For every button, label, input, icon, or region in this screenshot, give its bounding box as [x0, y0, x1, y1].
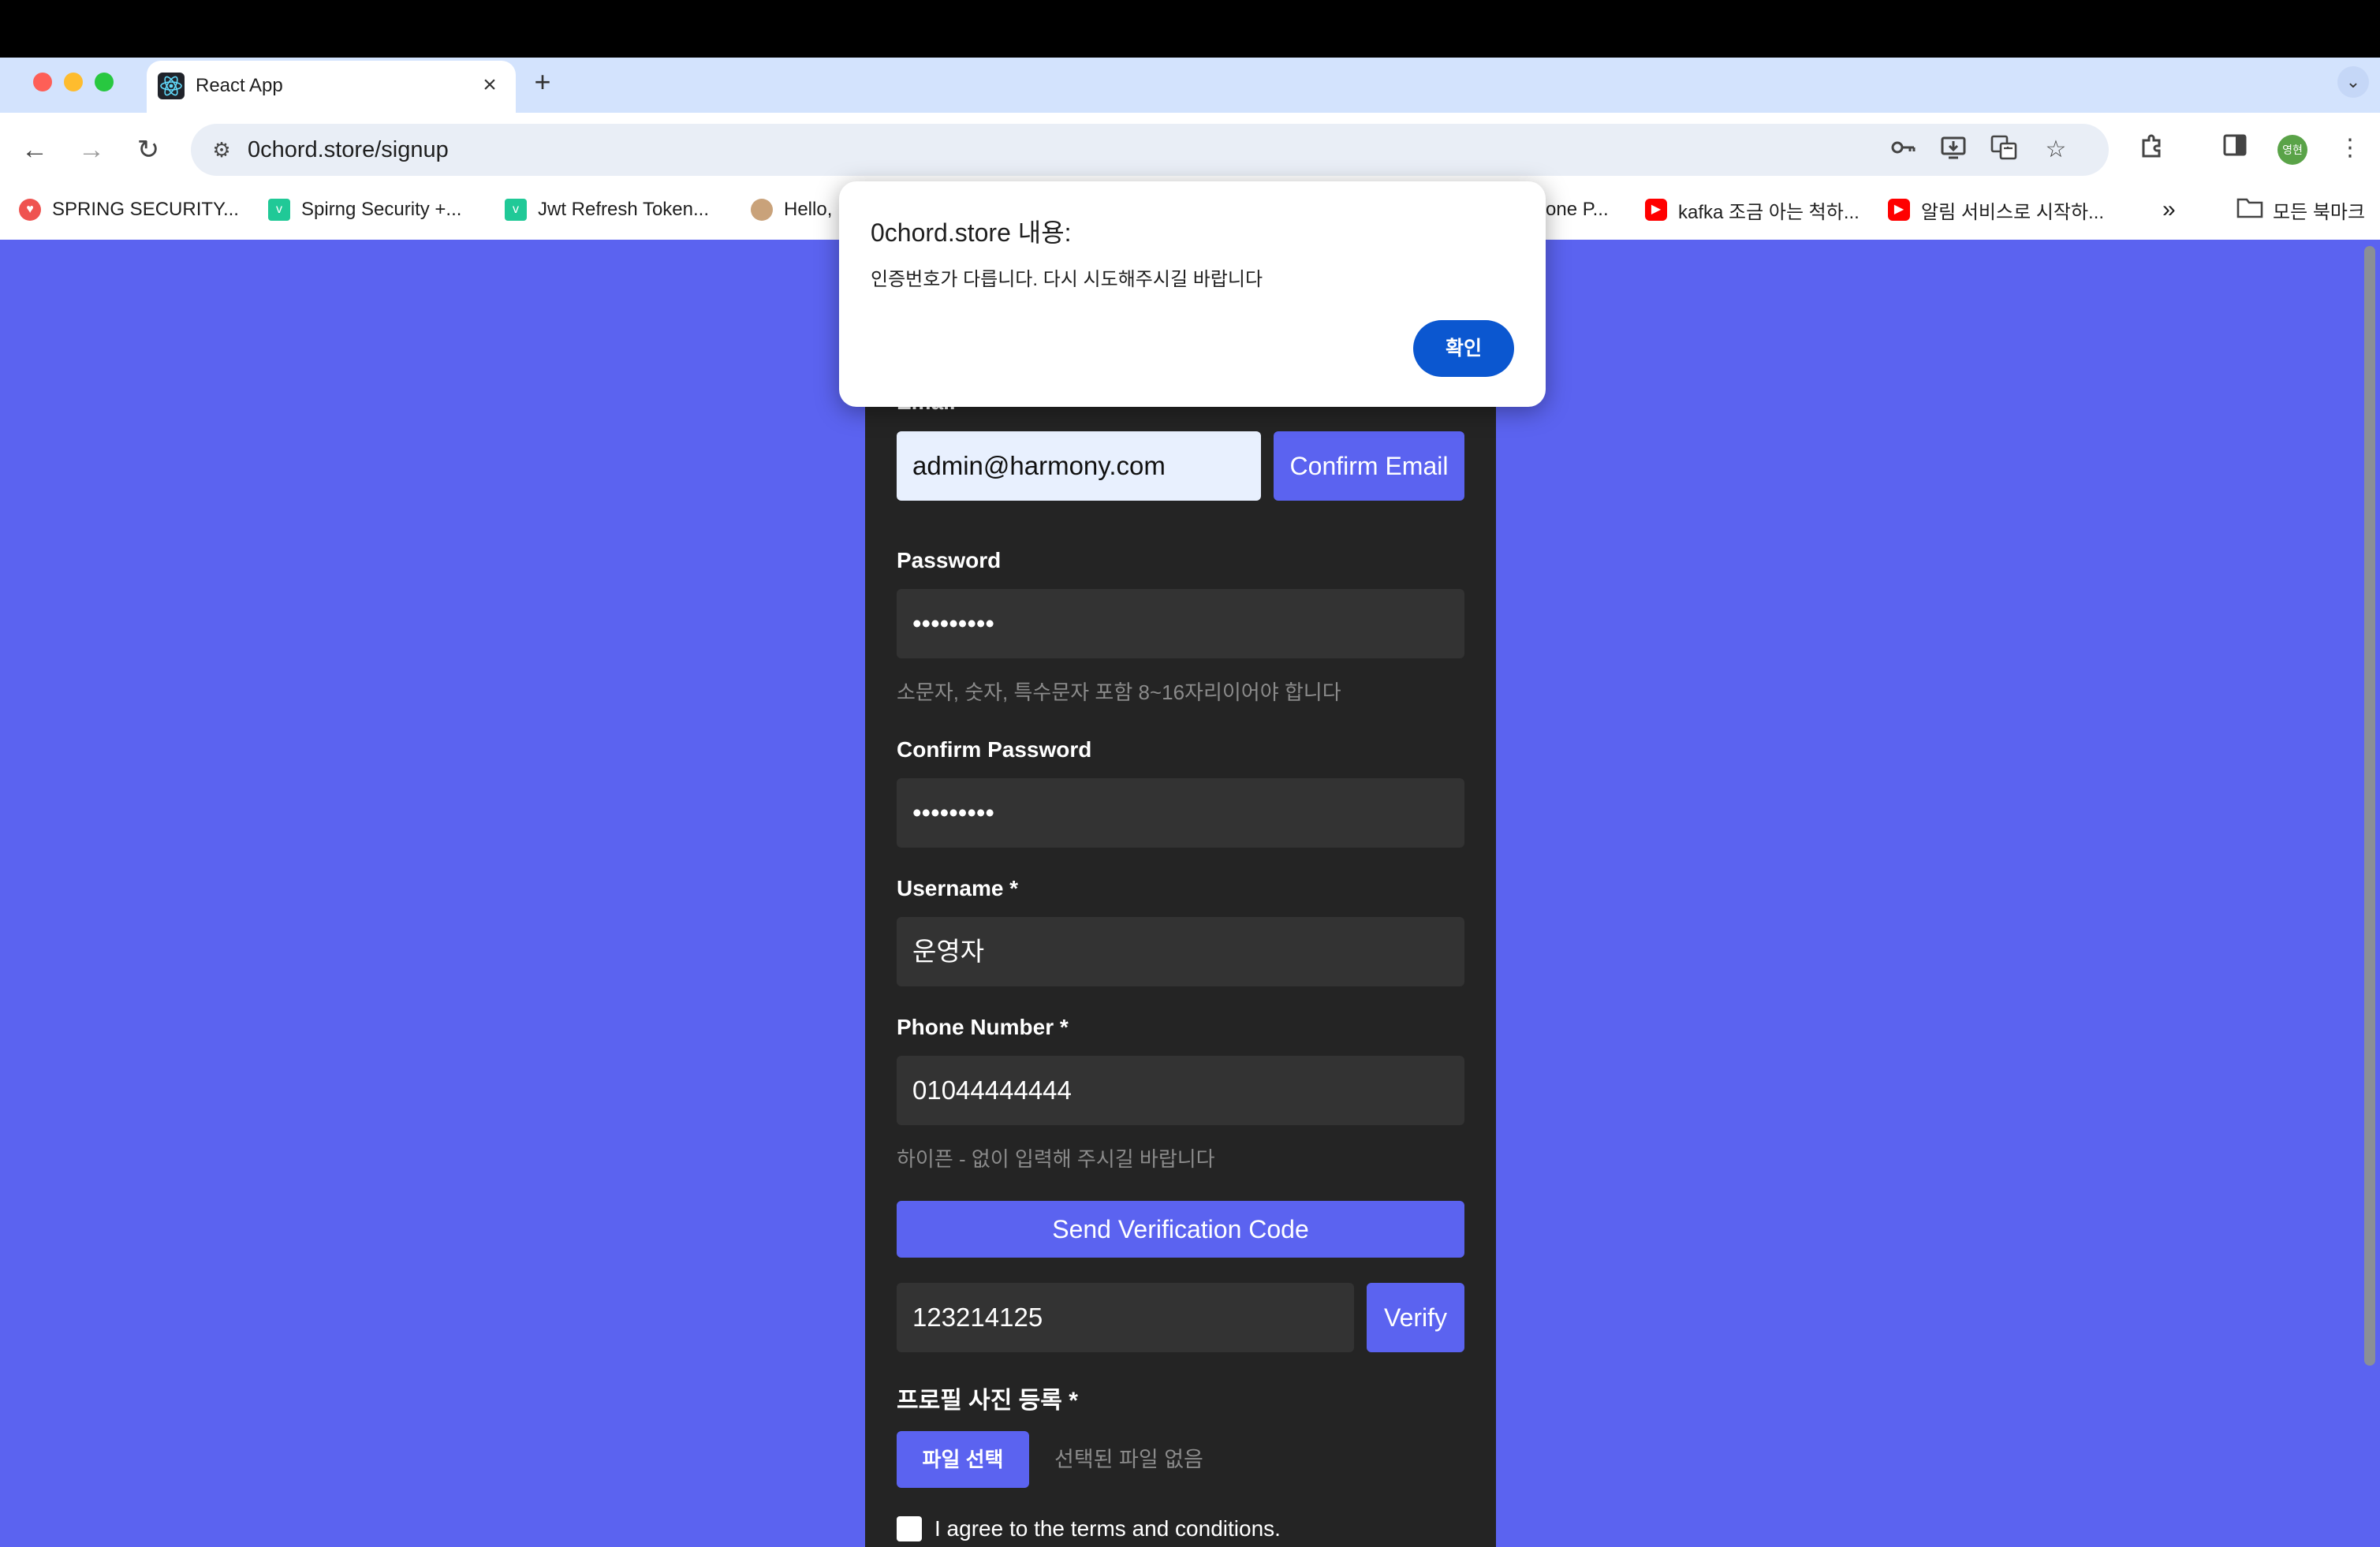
phone-input[interactable]: 01044444444 — [897, 1056, 1464, 1125]
bookmark-star-icon[interactable]: ☆ — [2039, 133, 2072, 166]
dialog-title: 0chord.store 내용: — [871, 218, 1072, 247]
phone-label: Phone Number * — [897, 1015, 1069, 1039]
phone-hint: 하이픈 - 없이 입력해 주시길 바랍니다 — [897, 1147, 1215, 1171]
bookmark-item[interactable]: ▶ 알림 서비스로 시작하... — [1888, 194, 2104, 226]
youtube-icon: ▶ — [1888, 199, 1910, 221]
email-input[interactable]: admin@harmony.com — [897, 431, 1261, 501]
translate-icon[interactable] — [1987, 133, 2020, 166]
password-input[interactable]: ••••••••• — [897, 589, 1464, 658]
tab-close-icon[interactable]: × — [475, 70, 505, 100]
password-hint: 소문자, 숫자, 특수문자 포함 8~16자리이어야 합니다 — [897, 680, 1341, 704]
velog-icon: v — [505, 199, 527, 221]
close-window-button[interactable] — [33, 73, 52, 91]
file-status-text: 선택된 파일 없음 — [1054, 1448, 1203, 1471]
folder-icon — [2236, 196, 2263, 224]
bookmark-item[interactable]: one P... — [1546, 194, 1609, 226]
password-label: Password — [897, 548, 1002, 572]
terms-checkbox[interactable] — [897, 1516, 922, 1541]
forward-arrow-icon[interactable]: → — [73, 131, 110, 169]
bookmark-item[interactable]: ♥ SPRING SECURITY... — [19, 194, 239, 226]
choose-file-button[interactable]: 파일 선택 — [897, 1431, 1029, 1488]
bookmarks-overflow-icon[interactable]: » — [2162, 194, 2176, 226]
side-panel-icon[interactable] — [2218, 131, 2252, 166]
confirm-email-button[interactable]: Confirm Email — [1274, 431, 1464, 501]
tab-search-chevron-icon[interactable]: ⌄ — [2337, 66, 2369, 98]
dialog-message: 인증번호가 다릅니다. 다시 시도해주시길 바랍니다 — [871, 269, 1263, 290]
new-tab-icon[interactable]: + — [527, 65, 558, 99]
bookmark-item[interactable]: ▶ kafka 조금 아는 척하... — [1645, 194, 1860, 226]
bookmark-item[interactable]: Hello, — [751, 194, 832, 226]
tab-title: React App — [196, 75, 283, 96]
bookmark-item[interactable]: v Jwt Refresh Token... — [505, 194, 709, 226]
page-scrollbar[interactable] — [2364, 246, 2375, 1366]
send-verification-code-button[interactable]: Send Verification Code — [897, 1201, 1464, 1258]
alert-dialog: 0chord.store 내용: 인증번호가 다릅니다. 다시 시도해주시길 바… — [839, 181, 1546, 407]
velog-icon: v — [268, 199, 290, 221]
react-favicon-icon — [158, 73, 185, 99]
dialog-ok-button[interactable]: 확인 — [1413, 320, 1514, 377]
tab-react-app[interactable]: React App × — [147, 61, 516, 113]
terms-label: I agree to the terms and conditions. — [934, 1516, 1281, 1541]
verification-code-input[interactable]: 123214125 — [897, 1283, 1354, 1352]
back-arrow-icon[interactable]: ← — [16, 131, 54, 169]
confirm-password-label: Confirm Password — [897, 737, 1092, 762]
screen-top-bar — [0, 0, 2380, 58]
bookmark-item[interactable]: v Spirng Security +... — [268, 194, 461, 226]
password-key-icon[interactable] — [1886, 133, 1919, 166]
url-text[interactable]: 0chord.store/signup — [248, 134, 449, 166]
bookmark-favicon-icon: ♥ — [19, 199, 41, 221]
verify-button[interactable]: Verify — [1367, 1283, 1464, 1352]
youtube-icon: ▶ — [1645, 199, 1667, 221]
zoom-window-button[interactable] — [95, 73, 114, 91]
address-bar[interactable]: ⚙ 0chord.store/signup ☆ — [191, 124, 2109, 176]
avatar-favicon-icon — [751, 199, 773, 221]
profile-avatar[interactable]: 영현 — [2277, 135, 2307, 165]
install-app-icon[interactable] — [1937, 133, 1970, 166]
kebab-menu-icon[interactable]: ⋮ — [2333, 131, 2367, 166]
confirm-password-input[interactable]: ••••••••• — [897, 778, 1464, 848]
site-info-icon[interactable]: ⚙ — [207, 135, 237, 165]
reload-icon[interactable]: ↻ — [129, 131, 167, 169]
username-label: Username * — [897, 876, 1019, 900]
username-input[interactable]: 운영자 — [897, 917, 1464, 986]
profile-photo-label: 프로필 사진 등록 * — [897, 1388, 1078, 1414]
all-bookmarks-folder[interactable]: 모든 북마크 — [2236, 194, 2365, 226]
minimize-window-button[interactable] — [64, 73, 83, 91]
extensions-puzzle-icon[interactable] — [2136, 131, 2170, 166]
